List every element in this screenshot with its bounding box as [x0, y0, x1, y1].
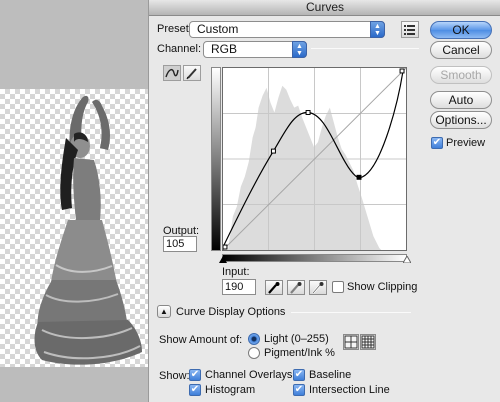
channel-overlays-checkbox[interactable]: ✔: [189, 369, 201, 381]
disclosure-triangle-icon: ▲: [160, 307, 168, 316]
options-divider: [291, 312, 411, 313]
black-eyedropper-button[interactable]: [265, 280, 283, 295]
light-radio[interactable]: [248, 333, 260, 345]
grid-large-icon: [361, 335, 375, 349]
preset-select[interactable]: Custom ▲ ▼: [189, 21, 385, 38]
input-label: Input:: [222, 266, 250, 278]
select-arrows-icon: ▲ ▼: [292, 41, 307, 58]
checkmark-icon: ✔: [190, 369, 200, 380]
document-canvas: [0, 0, 148, 402]
pencil-tool-button[interactable]: [183, 65, 201, 81]
checkmark-icon: ✔: [294, 384, 304, 395]
curve-point: [223, 244, 228, 250]
curve-point: [399, 68, 405, 74]
preview-label: Preview: [446, 137, 486, 149]
select-arrows-icon: ▲ ▼: [370, 21, 385, 38]
show-label: Show:: [159, 370, 190, 382]
dialog-title: Curves: [149, 0, 500, 16]
preset-options-icon: [404, 25, 415, 35]
curve-point-selected: [356, 174, 362, 180]
gray-eyedropper-icon: [290, 282, 302, 294]
pigment-radio-label: Pigment/Ink %: [264, 347, 335, 359]
checkmark-icon: ✔: [294, 369, 304, 380]
curves-dialog: Curves Preset: Custom ▲ ▼ Channel: RGB ▲ ▼: [148, 0, 500, 402]
black-point-slider-icon[interactable]: [219, 256, 227, 263]
white-point-slider-icon[interactable]: [403, 256, 411, 263]
output-field[interactable]: 105: [163, 236, 197, 252]
pencil-tool-icon: [186, 68, 197, 80]
grid-small-button[interactable]: [343, 334, 359, 350]
channel-divider: [311, 48, 419, 49]
pigment-radio[interactable]: [248, 347, 260, 359]
intersection-line-checkbox[interactable]: ✔: [293, 384, 305, 396]
intersection-line-label: Intersection Line: [309, 384, 390, 396]
histogram: [227, 85, 382, 250]
curve-point: [270, 148, 276, 154]
smooth-button[interactable]: Smooth: [430, 66, 492, 84]
input-gradient-bar: [222, 254, 407, 262]
preview-checkbox[interactable]: ✔: [431, 137, 443, 149]
ok-button[interactable]: OK: [430, 21, 492, 39]
histogram-label: Histogram: [205, 384, 256, 396]
dancer-photo: [34, 95, 142, 365]
channel-select[interactable]: RGB ▲ ▼: [203, 41, 307, 58]
grid-small-icon: [344, 335, 358, 349]
gray-eyedropper-button[interactable]: [287, 280, 305, 295]
cancel-button[interactable]: Cancel: [430, 41, 492, 59]
curve-display-disclosure-button[interactable]: ▲: [157, 305, 171, 318]
black-eyedropper-icon: [268, 282, 280, 294]
white-eyedropper-icon: [312, 282, 324, 294]
options-button[interactable]: Options...: [430, 111, 492, 129]
curve-point-tool-button[interactable]: [163, 65, 181, 81]
show-clipping-label: Show Clipping: [347, 281, 418, 293]
preset-value: Custom: [197, 22, 239, 36]
canvas-bottom-area: [0, 367, 148, 402]
checkmark-icon: ✔: [432, 137, 442, 148]
preset-options-button[interactable]: [401, 21, 419, 38]
white-eyedropper-button[interactable]: [309, 280, 327, 295]
input-field[interactable]: 190: [222, 279, 256, 295]
preset-label: Preset:: [157, 23, 192, 35]
output-gradient-bar: [211, 67, 221, 251]
show-amount-label: Show Amount of:: [159, 334, 243, 346]
canvas-gray-strip: [0, 0, 148, 89]
channel-label: Channel:: [157, 43, 202, 55]
curve-display-options-label: Curve Display Options: [176, 306, 286, 318]
histogram-checkbox[interactable]: ✔: [189, 384, 201, 396]
baseline-label: Baseline: [309, 369, 352, 381]
baseline-checkbox[interactable]: ✔: [293, 369, 305, 381]
curve-point-tool-icon: [165, 68, 179, 78]
curve-graph[interactable]: [222, 67, 407, 251]
curve-point: [305, 110, 311, 115]
channel-overlays-label: Channel Overlays: [205, 369, 293, 381]
show-clipping-checkbox[interactable]: [332, 281, 344, 293]
grid-large-button[interactable]: [360, 334, 376, 350]
light-radio-label: Light (0–255): [264, 333, 329, 345]
channel-value: RGB: [211, 42, 238, 56]
auto-button[interactable]: Auto: [430, 91, 492, 109]
checkmark-icon: ✔: [190, 384, 200, 395]
